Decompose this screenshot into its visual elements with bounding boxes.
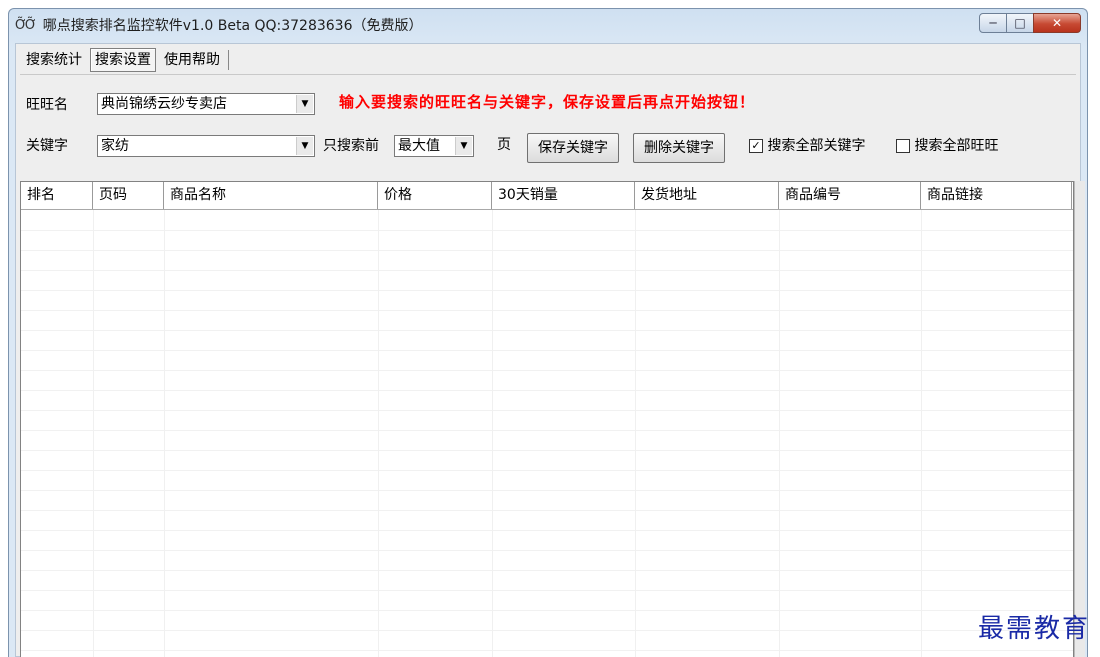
window-title: 哪点搜索排名监控软件v1.0 Beta QQ:37283636（免费版） — [42, 18, 423, 34]
column-header-ship-address[interactable]: 发货地址 — [635, 182, 779, 209]
only-search-label: 只搜索前 — [323, 138, 379, 154]
grid-column-line — [635, 210, 636, 657]
keyword-label: 关键字 — [26, 138, 68, 154]
title-bar: ỠỠ 哪点搜索排名监控软件v1.0 Beta QQ:37283636（免费版） … — [9, 9, 1087, 41]
grid-row-line — [21, 550, 1073, 551]
column-header-product-name[interactable]: 商品名称 — [164, 182, 378, 209]
vertical-scrollbar[interactable] — [1074, 181, 1085, 657]
tab-help[interactable]: 使用帮助 — [160, 49, 224, 71]
grid-column-line — [492, 210, 493, 657]
grid-column-line — [779, 210, 780, 657]
grid-row-line — [21, 250, 1073, 251]
search-all-wangwang-option[interactable]: 搜索全部旺旺 — [896, 135, 998, 155]
search-all-keywords-checkbox[interactable]: ✓ — [749, 139, 763, 153]
grid-row-line — [21, 650, 1073, 651]
grid-row-line — [21, 350, 1073, 351]
close-button[interactable]: ✕ — [1033, 13, 1081, 33]
keyword-combo[interactable]: 家纺 ▼ — [97, 135, 315, 157]
grid-row-line — [21, 230, 1073, 231]
chevron-down-icon[interactable]: ▼ — [296, 137, 313, 155]
grid-row-line — [21, 590, 1073, 591]
tab-bar: 搜索统计 搜索设置 使用帮助 — [22, 48, 229, 72]
grid-row-line — [21, 410, 1073, 411]
search-all-wangwang-label: 搜索全部旺旺 — [914, 138, 999, 154]
column-header-rank[interactable]: 排名 — [21, 182, 93, 209]
column-header-product-id[interactable]: 商品编号 — [779, 182, 921, 209]
grid-row-line — [21, 330, 1073, 331]
table-header: 排名 页码 商品名称 价格 30天销量 发货地址 商品编号 商品链接 — [21, 182, 1073, 210]
grid-column-line — [378, 210, 379, 657]
watermark-logo: 最需教育 — [977, 614, 1090, 644]
grid-column-line — [93, 210, 94, 657]
search-all-keywords-label: 搜索全部关键字 — [767, 138, 866, 154]
column-header-page[interactable]: 页码 — [93, 182, 164, 209]
grid-row-line — [21, 530, 1073, 531]
grid-row-line — [21, 450, 1073, 451]
window-controls: ─ □ ✕ — [979, 13, 1081, 33]
grid-row-line — [21, 570, 1073, 571]
tab-search-settings[interactable]: 搜索设置 — [90, 48, 156, 72]
wangwang-combo[interactable]: 典尚锦绣云纱专卖店 ▼ — [97, 93, 315, 115]
keyword-value: 家纺 — [101, 138, 129, 154]
grid-row-line — [21, 270, 1073, 271]
search-all-wangwang-checkbox[interactable] — [896, 139, 910, 153]
tab-search-stats[interactable]: 搜索统计 — [22, 49, 86, 71]
grid-row-line — [21, 490, 1073, 491]
column-header-30day-sales[interactable]: 30天销量 — [492, 182, 635, 209]
pages-combo[interactable]: 最大值 ▼ — [394, 135, 474, 157]
tab-divider — [228, 50, 229, 70]
delete-keyword-button[interactable]: 删除关键字 — [633, 133, 725, 163]
wangwang-label: 旺旺名 — [26, 97, 68, 113]
grid-row-line — [21, 310, 1073, 311]
results-table[interactable]: 排名 页码 商品名称 价格 30天销量 发货地址 商品编号 商品链接 — [20, 181, 1074, 657]
grid-row-line — [21, 510, 1073, 511]
chevron-down-icon[interactable]: ▼ — [455, 137, 472, 155]
maximize-button[interactable]: □ — [1006, 13, 1034, 33]
grid-column-line — [921, 210, 922, 657]
save-keyword-button[interactable]: 保存关键字 — [527, 133, 619, 163]
wangwang-value: 典尚锦绣云纱专卖店 — [101, 96, 227, 112]
pages-value: 最大值 — [398, 138, 440, 154]
grid-column-line — [164, 210, 165, 657]
grid-row-line — [21, 610, 1073, 611]
grid-row-line — [21, 430, 1073, 431]
instruction-hint: 输入要搜索的旺旺名与关键字，保存设置后再点开始按钮！ — [339, 93, 756, 111]
column-header-price[interactable]: 价格 — [378, 182, 492, 209]
grid-row-line — [21, 630, 1073, 631]
page-unit-label: 页 — [497, 137, 511, 153]
chevron-down-icon[interactable]: ▼ — [296, 95, 313, 113]
grid-row-line — [21, 290, 1073, 291]
search-all-keywords-option[interactable]: ✓ 搜索全部关键字 — [749, 135, 865, 155]
app-icon: ỠỠ — [15, 17, 37, 33]
grid-row-line — [21, 370, 1073, 371]
grid-row-line — [21, 470, 1073, 471]
table-body — [21, 210, 1073, 657]
minimize-button[interactable]: ─ — [979, 13, 1007, 33]
column-header-product-link[interactable]: 商品链接 — [921, 182, 1072, 209]
grid-row-line — [21, 390, 1073, 391]
